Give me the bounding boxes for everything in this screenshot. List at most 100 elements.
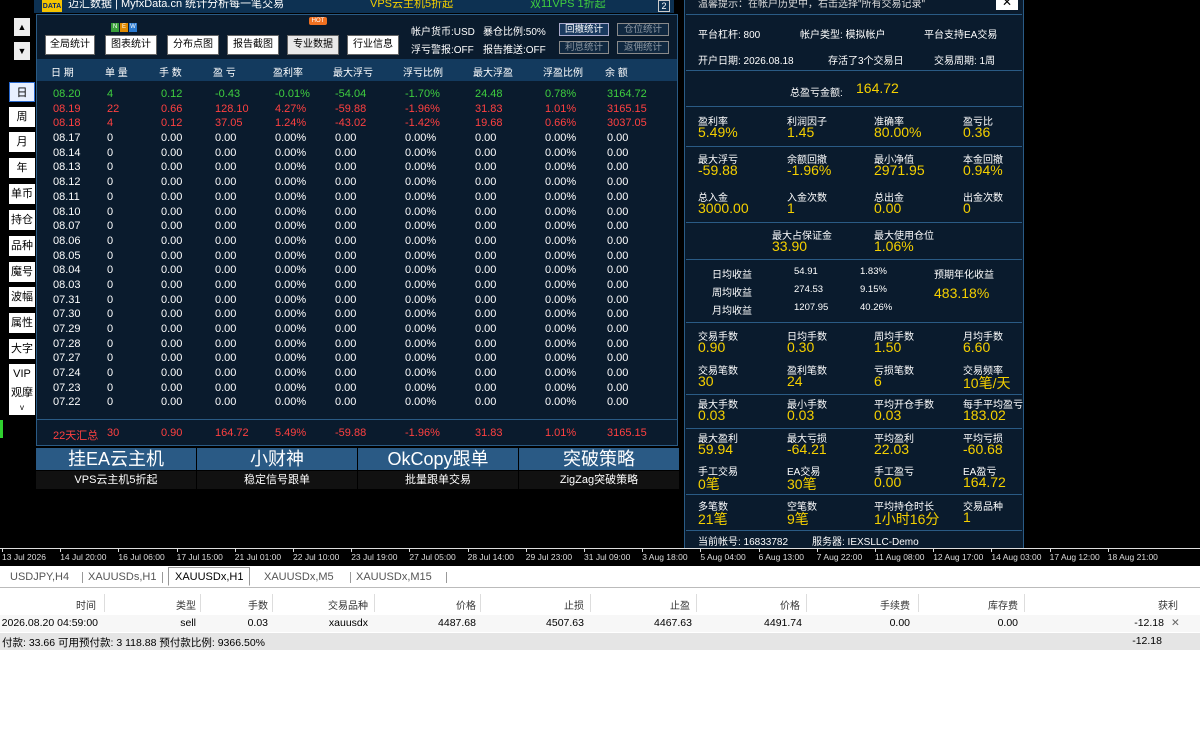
filter-button-3[interactable]: 年	[9, 158, 35, 178]
account-alive-days: 存活了3个交易日	[828, 56, 904, 67]
left-toolbar: ▲ ▼ 日周月年单币持仓品种魔号波幅属性大字 VIP 观摩 v	[0, 0, 36, 548]
table-cell: 0.00%	[405, 234, 437, 247]
time-label: 11 Aug 08:00	[875, 552, 925, 562]
vps-promo-link[interactable]: 双11VPS 1折起	[530, 0, 606, 11]
table-cell: 0.00	[215, 278, 237, 291]
global-stats-button[interactable]: 全局统计	[45, 35, 95, 55]
filter-button-1[interactable]: 周	[9, 107, 35, 127]
interest-stats-button[interactable]: 利息统计	[559, 41, 609, 54]
chart-tab[interactable]: XAUUSDx,M15	[356, 568, 432, 587]
window-number-button[interactable]: 2	[658, 0, 670, 12]
filter-button-8[interactable]: 波幅	[9, 287, 35, 307]
drawdown-stats-button[interactable]: 回撤统计	[559, 23, 609, 36]
vps-link[interactable]: VPS云主机5折起	[370, 0, 453, 11]
column-divider	[918, 594, 919, 612]
column-header: 盈利率	[273, 68, 303, 79]
chart-stats-button[interactable]: 图表统计	[105, 35, 157, 55]
terminal-panel: 时间 类型 手数 交易品种 价格 止损 止盈 价格 手续费 库存费 获利 2026.08.20 04…	[0, 588, 1200, 742]
close-position-icon[interactable]: ✕	[1171, 617, 1180, 629]
account-type: 帐户类型: 模拟帐户	[800, 30, 886, 41]
divider	[686, 494, 1022, 495]
pro-data-button[interactable]: 专业数据	[287, 35, 339, 55]
close-icon[interactable]: ✕	[996, 0, 1018, 10]
table-cell: 07.22	[53, 396, 81, 409]
scroll-up-icon[interactable]: ▲	[14, 18, 30, 36]
table-cell: 0.00	[215, 176, 237, 189]
stat-value: -64.21	[787, 441, 827, 457]
promo-banner[interactable]: 挂EA云主机 VPS云主机5折起	[36, 448, 196, 490]
terminal-column-header: 类型	[176, 601, 196, 612]
position-stats-button[interactable]: 仓位统计	[617, 23, 669, 36]
table-row: 08.06 0 0.00 0.00 0.00% 0.00 0.00% 0.00 0.00% 0.0…	[37, 234, 677, 249]
table-cell: 0.00	[335, 278, 357, 291]
table-cell: 0.00	[335, 249, 357, 262]
table-cell: 0.00%	[275, 234, 307, 247]
divider	[686, 428, 1022, 429]
terminal-column-header: 止盈	[670, 601, 690, 612]
table-cell: 0.00%	[545, 323, 577, 335]
table-cell: 0.00	[161, 161, 183, 174]
table-cell: 0.00	[607, 308, 629, 321]
more-chevron-icon[interactable]: v	[9, 401, 35, 415]
total-pnl-value: 164.72	[856, 80, 899, 96]
table-cell: 0.00%	[275, 132, 307, 145]
table-cell: 0.00%	[405, 220, 437, 233]
table-cell: 0.00	[475, 161, 497, 174]
table-cell: 0.00	[475, 132, 497, 145]
filter-button-5[interactable]: 持仓	[9, 210, 35, 230]
time-label: 17 Jul 15:00	[176, 552, 223, 562]
table-cell: 0.00	[215, 352, 237, 365]
table-cell: 0.00	[607, 146, 629, 159]
scroll-down-icon[interactable]: ▼	[14, 42, 30, 60]
time-label: 27 Jul 05:00	[409, 552, 456, 562]
industry-info-button[interactable]: 行业信息	[347, 35, 399, 55]
filter-button-2[interactable]: 月	[9, 132, 35, 152]
stat-value: 3000.00	[698, 200, 749, 216]
time-label: 29 Jul 23:00	[525, 552, 573, 562]
time-label: 22 Jul 10:00	[293, 552, 340, 562]
table-cell: 07.30	[53, 308, 81, 321]
time-label: 21 Jul 01:00	[234, 552, 282, 562]
table-cell: 07.23	[53, 381, 81, 394]
filter-button-12[interactable]: 观摩	[9, 383, 35, 403]
chart-tab[interactable]: USDJPY,H4	[10, 568, 69, 587]
filter-button-4[interactable]: 单币	[9, 184, 35, 204]
table-cell: 0.00	[475, 234, 497, 247]
trade-row[interactable]: 2026.08.20 04:59:00 sell 0.03 xauusdx 4487.6…	[0, 615, 1200, 632]
table-cell: 0.00	[607, 161, 629, 174]
chart-tabs: USDJPY,H4 XAUUSDs,H1 XAUUSDx,H1 XAUUSDx,M5 X…	[0, 566, 1200, 588]
table-cell: 0.00	[215, 323, 237, 335]
rebate-stats-button[interactable]: 返佣统计	[617, 41, 669, 54]
summary-cell: -1.96%	[405, 427, 440, 439]
filter-button-10[interactable]: 大字	[9, 339, 35, 359]
table-cell: 0.00	[607, 323, 629, 335]
filter-button-11[interactable]: VIP	[9, 364, 35, 384]
filter-button-6[interactable]: 品种	[9, 236, 35, 256]
filter-button-7[interactable]: 魔号	[9, 262, 35, 282]
table-cell: 0.00	[215, 367, 237, 380]
chart-tab[interactable]: XAUUSDx,H1	[168, 567, 251, 586]
filter-button-0[interactable]: 日	[9, 82, 35, 102]
avg-return-percent: 40.26%	[860, 302, 893, 313]
chart-tab[interactable]: XAUUSDx,M5	[264, 568, 334, 587]
terminal-column-header: 价格	[456, 601, 476, 612]
distribution-chart-button[interactable]: 分布点图	[167, 35, 219, 55]
table-cell: 0.00	[607, 234, 629, 247]
report-screenshot-button[interactable]: 报告截图	[227, 35, 279, 55]
summary-cell: 0.90	[161, 427, 183, 439]
time-label: 18 Aug 21:00	[1107, 552, 1158, 562]
table-cell: 3165.15	[607, 102, 647, 115]
table-cell: 128.10	[215, 102, 249, 115]
promo-banner[interactable]: OkCopy跟单 批量跟单交易	[358, 448, 518, 490]
table-row: 08.17 0 0.00 0.00 0.00% 0.00 0.00% 0.00 0.00% 0.0…	[37, 131, 677, 146]
table-cell: 0.00	[475, 249, 497, 262]
filter-button-9[interactable]: 属性	[9, 313, 35, 333]
table-cell: 0.00	[335, 176, 357, 189]
promo-banner[interactable]: 突破策略 ZigZag突破策略	[519, 448, 679, 490]
promo-banner[interactable]: 小财神 稳定信号跟单	[197, 448, 357, 490]
table-cell: 08.03	[53, 278, 81, 291]
table-cell: 0.00%	[405, 278, 437, 291]
summary-cell: 164.72	[215, 427, 249, 439]
chart-tab[interactable]: XAUUSDs,H1	[88, 568, 156, 587]
table-cell: 0.00%	[275, 264, 307, 277]
